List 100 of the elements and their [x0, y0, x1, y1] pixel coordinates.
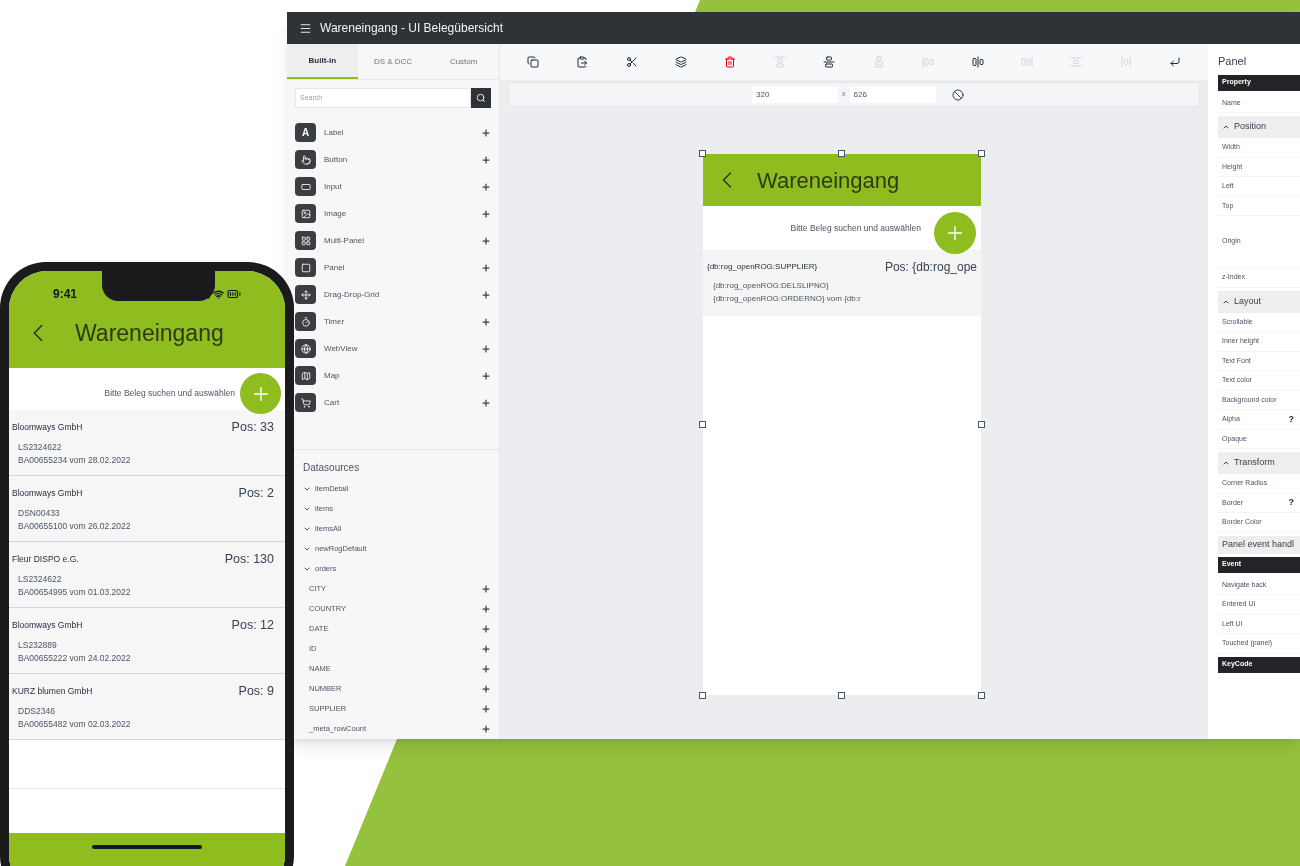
section-title: Position [1234, 120, 1267, 134]
component-label[interactable]: Image [324, 207, 473, 220]
collapse-icon[interactable] [1222, 459, 1230, 467]
add-icon[interactable] [481, 127, 491, 138]
list-row[interactable]: Bloomways GmbH Pos: 2 DSN00433 BA00655100 vom 26.02.2022 [9, 476, 285, 542]
window-title: Wareneingang - UI Belegübersicht [320, 20, 503, 37]
caret-icon[interactable] [303, 525, 311, 533]
delivery-text: LS2324622 [17, 572, 63, 586]
sidebar-tab[interactable]: DS & DCC [357, 44, 429, 79]
add-icon[interactable] [481, 397, 491, 408]
add-icon[interactable] [481, 684, 491, 694]
resize-handle[interactable] [978, 421, 985, 428]
add-icon[interactable] [481, 262, 491, 273]
add-icon[interactable] [481, 343, 491, 354]
section-header[interactable]: Position [1218, 116, 1300, 138]
add-icon[interactable] [481, 370, 491, 381]
align-center-icon[interactable] [971, 56, 984, 68]
paste-icon[interactable] [576, 56, 589, 68]
position-text: Pos: {db:rog_ope [884, 259, 977, 276]
list-row[interactable]: {db:rog_openROG:SUPPLIER} Pos: {db:rog_ope {db:rog_openROG:DELSLIPNO} {db:rog_openROG:ORDERNO} vom {db:r [703, 250, 981, 316]
resize-handle[interactable] [978, 692, 985, 699]
add-icon[interactable] [481, 235, 491, 246]
order-text: BA00655100 vom 26.02.2022 [17, 519, 132, 533]
add-icon[interactable] [481, 316, 491, 327]
help-mark[interactable]: ? [1288, 412, 1294, 426]
supplier-text: Bloomways GmbH [12, 487, 83, 500]
component-label[interactable]: Button [324, 153, 473, 166]
list-row[interactable]: Bloomways GmbH Pos: 33 LS2324622 BA00655234 vom 28.02.2022 [9, 410, 285, 476]
component-label[interactable]: Timer [324, 315, 473, 328]
timer-icon [295, 312, 316, 331]
add-icon[interactable] [481, 704, 491, 714]
list-row[interactable]: KURZ blumen GmbH Pos: 9 DDS2346 BA00655482 vom 02.03.2022 [9, 674, 285, 740]
caret-icon[interactable] [303, 485, 311, 493]
delivery-text: DSN00433 [17, 506, 61, 520]
collapse-icon[interactable] [1222, 123, 1230, 131]
add-icon[interactable] [481, 208, 491, 219]
app-title: Wareneingang [75, 318, 224, 348]
caret-icon[interactable] [303, 505, 311, 513]
position-text: Pos: 12 [231, 617, 275, 634]
search-icon [476, 93, 486, 103]
supplier-text: Bloomways GmbH [12, 619, 83, 632]
component-label[interactable]: Panel [324, 261, 473, 274]
component-label[interactable]: Drag-Drop-Grid [324, 288, 473, 301]
add-icon[interactable] [481, 154, 491, 165]
add-icon[interactable] [481, 664, 491, 674]
delivery-text: {db:rog_openROG:DELSLIPNO} [712, 280, 830, 292]
trash-icon[interactable] [724, 56, 737, 68]
add-icon[interactable] [481, 644, 491, 654]
help-mark[interactable]: ? [1288, 496, 1294, 510]
delivery-text: LS232889 [17, 638, 58, 652]
resize-handle[interactable] [838, 150, 845, 157]
resize-handle[interactable] [978, 150, 985, 157]
scissors-icon[interactable] [625, 56, 638, 68]
add-icon[interactable] [481, 584, 491, 594]
section-title: Panel event handl [1218, 535, 1300, 554]
status-time: 9:41 [53, 286, 78, 303]
sidebar-tab[interactable]: Custom [428, 44, 499, 79]
section-header[interactable]: Layout [1218, 290, 1300, 313]
order-text: BA00654995 vom 01.03.2022 [17, 585, 132, 599]
list-row[interactable]: Bloomways GmbH Pos: 12 LS232889 BA00655222 vom 24.02.2022 [9, 608, 285, 674]
align-middle-icon[interactable] [823, 56, 836, 68]
supplier-text: Fleur DISPO e.G. [12, 553, 79, 566]
preview-title: Wareneingang [757, 166, 900, 195]
add-icon[interactable] [481, 289, 491, 300]
layers-icon[interactable] [674, 56, 687, 68]
caret-icon[interactable] [303, 565, 311, 573]
component-label[interactable]: WebView [324, 342, 473, 355]
section-title: Layout [1234, 294, 1262, 308]
menu-icon[interactable] [299, 21, 312, 35]
section-title: Transform [1234, 456, 1275, 470]
resize-handle[interactable] [699, 692, 706, 699]
position-text: Pos: 9 [238, 683, 275, 700]
sidebar-tab[interactable]: Built-in [287, 44, 358, 79]
search-button[interactable] [471, 88, 491, 108]
height-field[interactable]: 626 [849, 86, 936, 103]
globe-icon [295, 339, 316, 358]
resize-handle[interactable] [838, 692, 845, 699]
caret-icon[interactable] [303, 545, 311, 553]
section-header[interactable]: Transform [1218, 452, 1300, 474]
position-text: Pos: 130 [224, 551, 275, 568]
add-icon[interactable] [481, 604, 491, 614]
width-field[interactable]: 320 [752, 86, 838, 103]
add-icon[interactable] [481, 181, 491, 192]
add-icon[interactable] [481, 624, 491, 634]
component-label[interactable]: Input [324, 180, 473, 193]
position-text: Pos: 2 [238, 485, 275, 502]
component-icon: A [295, 123, 316, 142]
add-icon[interactable] [481, 724, 491, 734]
list-row[interactable]: Fleur DISPO e.G. Pos: 130 LS2324622 BA00654995 vom 01.03.2022 [9, 542, 285, 608]
resize-handle[interactable] [699, 150, 706, 157]
cart-icon [295, 393, 316, 412]
position-text: Pos: 33 [231, 419, 275, 436]
component-label[interactable]: Multi-Panel [324, 234, 473, 247]
copy-icon[interactable] [526, 56, 539, 68]
component-label[interactable]: Label [324, 126, 473, 139]
component-label[interactable]: Cart [324, 396, 473, 409]
supplier-text: Bloomways GmbH [12, 421, 83, 434]
resize-handle[interactable] [699, 421, 706, 428]
component-label[interactable]: Map [324, 369, 473, 382]
hint-text: Bitte Beleg suchen und auswählen [104, 386, 235, 400]
